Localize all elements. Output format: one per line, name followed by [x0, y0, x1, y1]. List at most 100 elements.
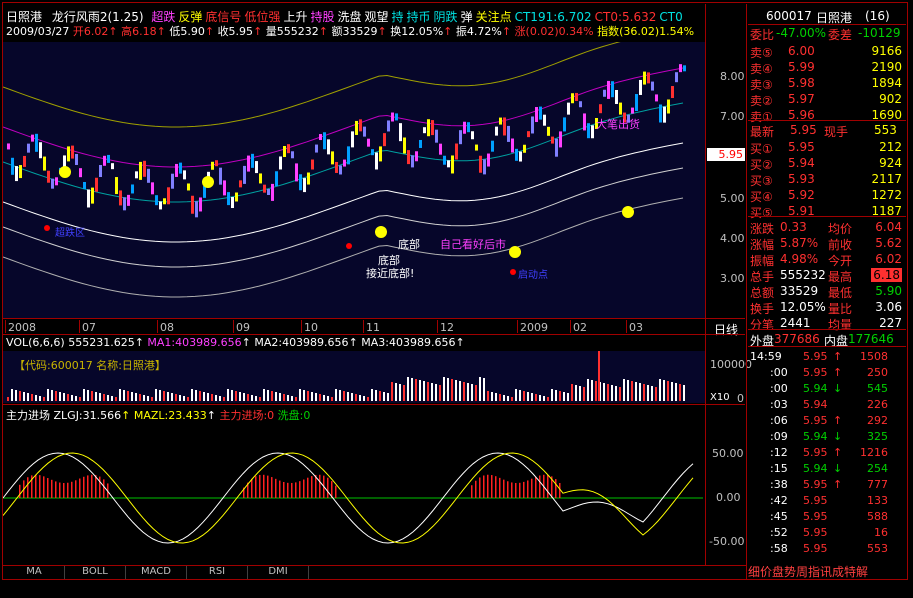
capital-chart[interactable] [3, 422, 705, 564]
ask-row-5[interactable]: 卖⑤ 6.00 9166 [748, 44, 906, 60]
trade-time: 14:59 [750, 350, 782, 363]
candle [139, 161, 142, 180]
date-sep-7 [517, 320, 518, 333]
trade-row[interactable]: :38 5.95 ↑ 777 [748, 478, 906, 494]
volume-bar [43, 397, 45, 401]
volume-bar [271, 391, 273, 401]
volume-bar [139, 394, 141, 401]
trade-dir: ↑ [833, 366, 843, 379]
bid-row-2[interactable]: 买② 5.94 924 [748, 156, 906, 172]
tab-boll[interactable]: BOLL [65, 566, 126, 579]
period-label[interactable]: 日线 [714, 321, 738, 338]
volume-bar [147, 396, 149, 401]
cur-hand-value: 553 [874, 123, 897, 137]
stat-value-b: 3.06 [875, 300, 902, 314]
volume-bar [159, 390, 161, 401]
weicha-value: -10129 [858, 26, 901, 40]
annotation-zone-b: 启动点 [518, 270, 548, 281]
volume-bar [575, 385, 577, 401]
trade-row[interactable]: :09 5.94 ↓ 325 [748, 430, 906, 446]
candle [527, 131, 530, 138]
volume-bar [75, 396, 77, 401]
trade-vol: 133 [867, 494, 888, 507]
trade-row[interactable]: :12 5.95 ↑ 1216 [748, 446, 906, 462]
candle [195, 201, 198, 218]
volume-chart[interactable] [3, 351, 705, 403]
candle [119, 190, 122, 206]
candle [347, 146, 350, 165]
trade-dir: ↓ [833, 462, 843, 475]
ask-row-2[interactable]: 卖② 5.97 902 [748, 92, 906, 108]
ask-row-3[interactable]: 卖③ 5.98 1894 [748, 76, 906, 92]
candle [315, 144, 318, 153]
info-amplitude: 振4.72% [455, 25, 502, 38]
volume-bar [311, 392, 313, 401]
candle [363, 126, 366, 137]
ask-row-4[interactable]: 卖④ 5.99 2190 [748, 60, 906, 76]
volume-bar [619, 387, 621, 401]
candle [163, 198, 166, 205]
candle [655, 94, 658, 102]
trade-row[interactable]: :52 5.95 16 [748, 526, 906, 542]
volume-bar [587, 379, 589, 401]
bid-row-3-price: 5.93 [788, 172, 815, 186]
candle [55, 177, 58, 186]
volume-bar [463, 382, 465, 401]
stat-value-b: 6.04 [875, 220, 902, 234]
ask-row-4-vol: 2190 [871, 60, 902, 74]
trade-row[interactable]: 14:59 5.95 ↑ 1508 [748, 350, 906, 366]
volume-bar [327, 396, 329, 401]
bid-row-4-price: 5.92 [788, 188, 815, 202]
volume-bar [155, 389, 157, 401]
candle [571, 93, 574, 104]
signal-15: CT0 [659, 10, 683, 24]
candle [511, 138, 514, 153]
capital-bar [35, 474, 37, 498]
trade-row[interactable]: :58 5.95 553 [748, 542, 906, 558]
capital-bar [471, 485, 473, 498]
stat-row-1: 涨幅 5.87% 前收 5.62 [748, 236, 906, 252]
trade-row[interactable]: :00 5.94 ↓ 545 [748, 382, 906, 398]
trade-row[interactable]: :00 5.95 ↑ 250 [748, 366, 906, 382]
stat-row-4: 总额 33529 最低 5.90 [748, 284, 906, 300]
candle [523, 144, 526, 153]
volume-bar [503, 395, 505, 401]
candle [411, 155, 414, 168]
tab-macd[interactable]: MACD [126, 566, 187, 579]
capital-bar [39, 475, 41, 498]
bid-row-4[interactable]: 买④ 5.92 1272 [748, 188, 906, 204]
candle [11, 157, 14, 175]
candle [391, 112, 394, 122]
volume-bar [543, 396, 545, 401]
volume-bar [323, 395, 325, 401]
candle [659, 104, 662, 123]
capital-bar [499, 477, 501, 498]
capital-bar [335, 485, 337, 498]
kline-chart[interactable] [3, 42, 705, 318]
signal-mark-2 [375, 226, 387, 238]
volume-bar [435, 384, 437, 401]
volume-bar [39, 396, 41, 401]
tab-rsi[interactable]: RSI [187, 566, 248, 579]
trade-row[interactable]: :06 5.95 ↑ 292 [748, 414, 906, 430]
trade-time: :15 [770, 462, 788, 475]
bid-row-1[interactable]: 买① 5.95 212 [748, 140, 906, 156]
capital-bar [527, 480, 529, 498]
trade-row[interactable]: :42 5.95 133 [748, 494, 906, 510]
candle [359, 119, 362, 132]
volume-bar [203, 392, 205, 401]
candle [355, 120, 358, 135]
trade-row[interactable]: :03 5.94 226 [748, 398, 906, 414]
bid-row-3[interactable]: 买③ 5.93 2117 [748, 172, 906, 188]
capital-bar [547, 474, 549, 498]
stock-name[interactable]: 日照港 [6, 10, 42, 24]
band-upper-2 [3, 67, 684, 168]
tab-ma[interactable]: MA [4, 566, 65, 579]
trade-row[interactable]: :45 5.95 588 [748, 510, 906, 526]
capital-bar [511, 482, 513, 498]
volume-bar [243, 393, 245, 401]
tab-dmi[interactable]: DMI [248, 566, 309, 579]
trade-row[interactable]: :15 5.94 ↓ 254 [748, 462, 906, 478]
quote-rule-2 [748, 120, 906, 121]
capital-bar [27, 477, 29, 498]
